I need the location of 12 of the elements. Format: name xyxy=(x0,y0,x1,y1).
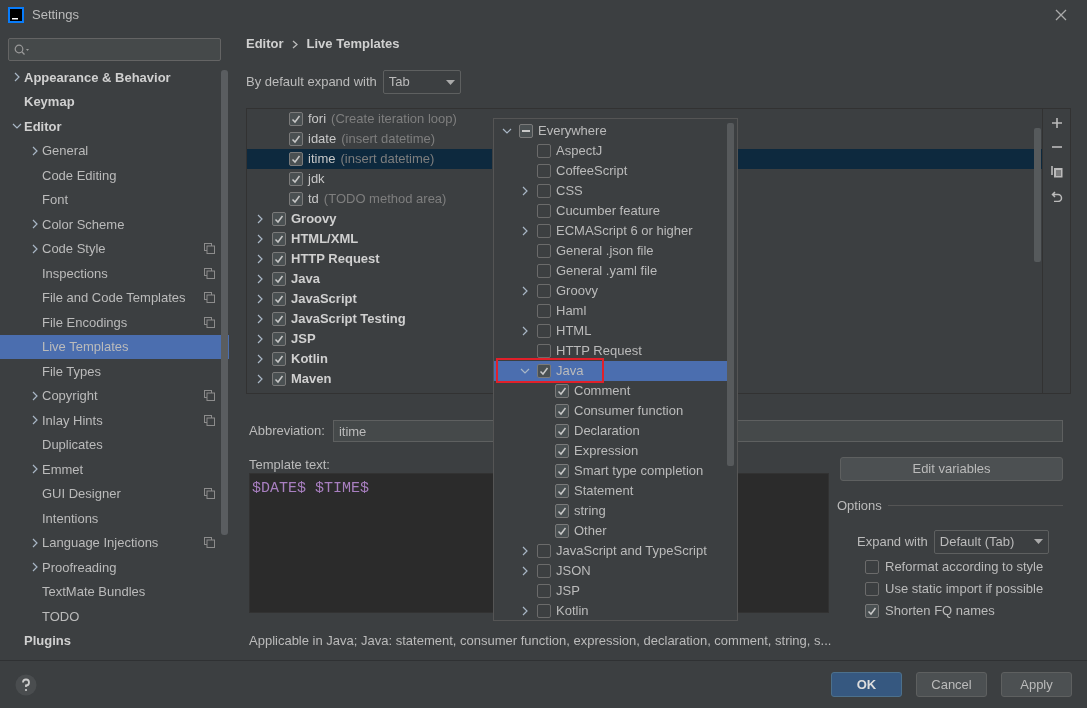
field-label: Abbreviation: xyxy=(249,422,325,441)
checkbox-label: Use static import if possible xyxy=(885,579,1044,598)
checkbox-label: Shorten FQ names xyxy=(885,601,995,620)
field-label: Template text: xyxy=(249,456,330,473)
breadcrumb-item: Editor xyxy=(246,35,284,54)
applicable-contexts-text: Applicable in Java; Java: statement, consumer function, expression, declaration, comment, string, s... xyxy=(248,631,833,647)
field-label: Expand with xyxy=(857,532,928,551)
section-title: Options xyxy=(837,497,882,515)
breadcrumb-item: Live Templates xyxy=(306,35,400,54)
checkbox-label: Reformat according to style xyxy=(885,557,1044,576)
window-title: Settings xyxy=(32,6,80,25)
field-label: By default expand with xyxy=(246,73,377,92)
